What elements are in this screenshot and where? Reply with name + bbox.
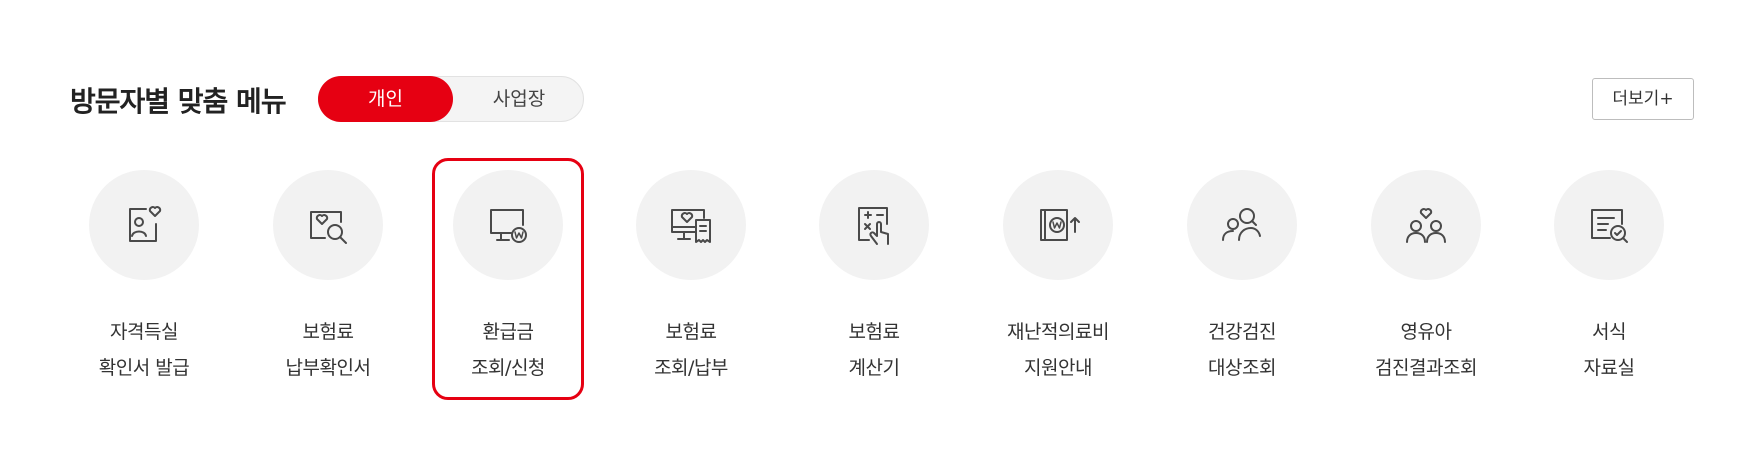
menu-item-label: 납부확인서: [285, 357, 371, 379]
id-card-heart-icon: [129, 206, 162, 242]
book-won-up-icon: [1040, 209, 1080, 241]
menu-item-label: 지원안내: [1024, 357, 1092, 379]
icon-circle: [273, 170, 383, 280]
menu-item-label: 자격득실: [110, 321, 178, 343]
document-check-icon: [1591, 209, 1628, 243]
family-heart-icon: [1406, 208, 1446, 243]
menu-item-infant-checkup-results[interactable]: 영유아 검진결과조회: [1341, 170, 1511, 379]
menu-item-label: 재난적의료비: [1007, 321, 1109, 343]
menu-item-catastrophic-medical-support[interactable]: 재난적의료비 지원안내: [973, 170, 1143, 379]
icon-circle: [819, 170, 929, 280]
icon-circle: [636, 170, 746, 280]
menu-item-premium-calculator[interactable]: 보험료 계산기: [789, 170, 959, 379]
icon-circle: [1371, 170, 1481, 280]
menu-item-health-checkup-inquiry[interactable]: 건강검진 대상조회: [1157, 170, 1327, 379]
monitor-receipt-icon: [671, 209, 711, 243]
menu-item-label: 확인서 발급: [98, 357, 190, 379]
menu-item-label: 검진결과조회: [1375, 357, 1477, 379]
menu-item-label: 영유아: [1400, 321, 1452, 343]
calculator-hand-icon: [858, 207, 889, 245]
custom-menu-list: 자격득실 확인서 발급 보험료 납부확인서 환급금 조회/신청 보험료 조회/납…: [0, 0, 1741, 466]
menu-item-forms-library[interactable]: 서식 자료실: [1524, 170, 1694, 379]
menu-item-label: 대상조회: [1208, 357, 1276, 379]
document-search-icon: [310, 211, 347, 244]
menu-item-label: 보험료: [665, 321, 717, 343]
menu-item-premium-payment-certificate[interactable]: 보험료 납부확인서: [243, 170, 413, 379]
people-search-icon: [1222, 208, 1261, 241]
icon-circle: [89, 170, 199, 280]
menu-item-label: 보험료: [848, 321, 900, 343]
menu-item-label: 서식: [1592, 321, 1626, 343]
menu-item-label: 건강검진: [1208, 321, 1276, 343]
menu-item-label: 자료실: [1583, 357, 1635, 379]
icon-circle: [1003, 170, 1113, 280]
menu-item-premium-inquiry-payment[interactable]: 보험료 조회/납부: [606, 170, 776, 379]
menu-item-label: 조회/납부: [654, 357, 728, 379]
icon-circle: [1187, 170, 1297, 280]
menu-item-label: 계산기: [848, 357, 900, 379]
icon-circle: [1554, 170, 1664, 280]
menu-item-qualification-certificate[interactable]: 자격득실 확인서 발급: [59, 170, 229, 379]
highlight-frame: [432, 158, 584, 400]
menu-item-label: 보험료: [302, 321, 354, 343]
